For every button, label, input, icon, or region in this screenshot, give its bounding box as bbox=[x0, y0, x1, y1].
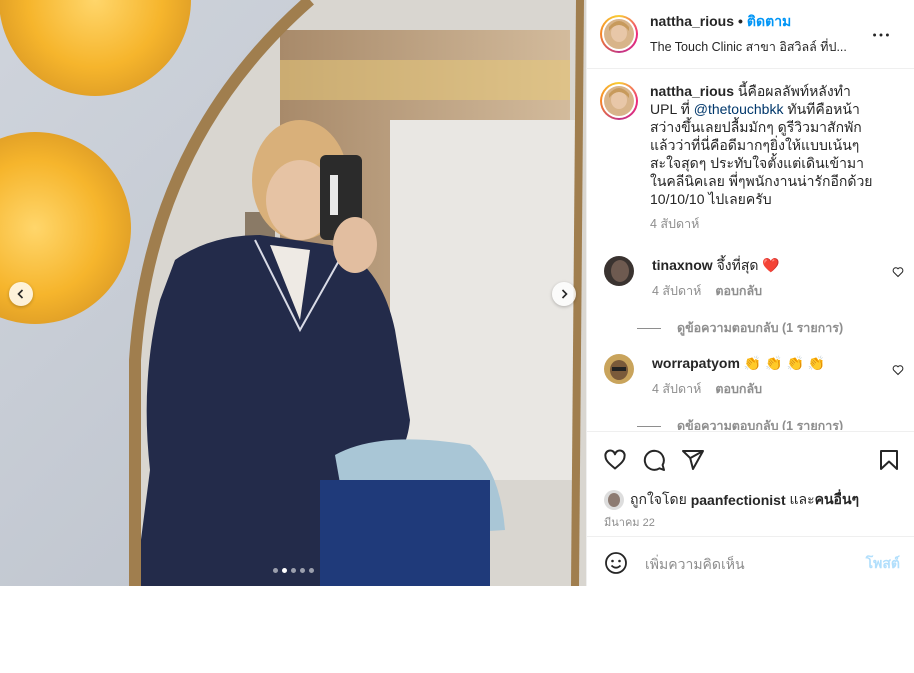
likes-summary: ถูกใจโดย paanfectionist และ คนอื่นๆ bbox=[604, 489, 859, 511]
view-replies-button[interactable]: ดูข้อความตอบกลับ (1 รายการ) bbox=[637, 416, 843, 430]
reply-button[interactable]: ตอบกลับ bbox=[715, 284, 762, 298]
carousel-dot bbox=[290, 568, 296, 573]
post-media[interactable] bbox=[0, 0, 586, 586]
carousel-next-button[interactable] bbox=[552, 282, 576, 306]
comment-icon[interactable] bbox=[642, 448, 666, 472]
carousel-dot bbox=[272, 568, 278, 573]
comment-text: 👏 👏 👏 👏 bbox=[743, 355, 826, 371]
more-icon[interactable] bbox=[870, 24, 892, 46]
heart-icon[interactable] bbox=[892, 266, 904, 278]
comments-scroll[interactable]: nattha_rious นี้คือผลลัพท์หลังทำ UPL ที่… bbox=[587, 70, 914, 430]
share-icon[interactable] bbox=[681, 448, 705, 472]
liker-username[interactable]: paanfectionist bbox=[691, 492, 786, 508]
heart-icon[interactable] bbox=[892, 364, 904, 376]
post-photo bbox=[0, 0, 586, 586]
emoji-icon[interactable] bbox=[604, 551, 628, 575]
likes-conjunction: และ bbox=[789, 491, 815, 507]
avatar-image bbox=[604, 86, 634, 116]
post-comment-button[interactable]: โพสต์ bbox=[866, 553, 900, 575]
caption-avatar[interactable] bbox=[600, 82, 638, 120]
caption-username[interactable]: nattha_rious bbox=[650, 83, 734, 99]
comment-text: จึ้งที่สุด ❤️ bbox=[716, 257, 780, 273]
location-link[interactable]: The Touch Clinic สาขา อิสวิลล์ ที่ป... bbox=[650, 37, 878, 57]
bookmark-icon[interactable] bbox=[877, 448, 901, 472]
likes-others-link[interactable]: คนอื่นๆ bbox=[815, 489, 859, 511]
carousel-indicator bbox=[0, 568, 586, 573]
caption-mention-link[interactable]: @thetouchbkk bbox=[694, 101, 784, 117]
author-username[interactable]: nattha_rious bbox=[650, 13, 734, 29]
carousel-dot bbox=[308, 568, 314, 573]
carousel-prev-button[interactable] bbox=[9, 282, 33, 306]
carousel-dot-active bbox=[281, 568, 287, 573]
post-date[interactable]: มีนาคม 22 bbox=[604, 513, 655, 531]
comment-username[interactable]: worrapatyom bbox=[652, 355, 740, 371]
divider-line bbox=[637, 425, 661, 427]
comment-item: tinaxnow จึ้งที่สุด ❤️ 4 สัปดาห์ ตอบกลับ bbox=[604, 256, 904, 300]
reply-button[interactable]: ตอบกลับ bbox=[715, 382, 762, 396]
add-comment-bar: โพสต์ bbox=[587, 536, 914, 587]
comment-time[interactable]: 4 สัปดาห์ bbox=[652, 382, 701, 396]
post-header: nattha_rious • ติดตาม The Touch Clinic สาข… bbox=[587, 0, 914, 69]
follow-button[interactable]: ติดตาม bbox=[747, 13, 791, 29]
comment-input[interactable] bbox=[643, 550, 847, 578]
view-replies-button[interactable]: ดูข้อความตอบกลับ (1 รายการ) bbox=[637, 318, 843, 338]
comment-item: worrapatyom 👏 👏 👏 👏 4 สัปดาห์ ตอบกลับ bbox=[604, 354, 904, 398]
post-caption: nattha_rious นี้คือผลลัพท์หลังทำ UPL ที่… bbox=[600, 82, 900, 233]
likes-prefix: ถูกใจโดย bbox=[630, 491, 687, 507]
avatar-image bbox=[604, 19, 634, 49]
view-replies-label: ดูข้อความตอบกลับ (1 รายการ) bbox=[677, 321, 844, 335]
post-dialog: nattha_rious • ติดตาม The Touch Clinic สาข… bbox=[0, 0, 914, 586]
header-separator: • bbox=[738, 13, 743, 29]
caption-time[interactable]: 4 สัปดาห์ bbox=[650, 215, 878, 233]
author-avatar[interactable] bbox=[600, 15, 638, 53]
commenter-avatar[interactable] bbox=[604, 256, 634, 286]
chevron-right-icon bbox=[561, 289, 568, 299]
liker-avatar[interactable] bbox=[604, 490, 624, 510]
carousel-dot bbox=[299, 568, 305, 573]
post-actions: ถูกใจโดย paanfectionist และ คนอื่นๆ มีนาค… bbox=[587, 431, 914, 587]
comment-time[interactable]: 4 สัปดาห์ bbox=[652, 284, 701, 298]
commenter-avatar[interactable] bbox=[604, 354, 634, 384]
view-replies-label: ดูข้อความตอบกลับ (1 รายการ) bbox=[677, 419, 844, 430]
divider-line bbox=[637, 327, 661, 329]
chevron-left-icon bbox=[17, 289, 24, 299]
heart-icon[interactable] bbox=[603, 448, 627, 472]
post-sidebar: nattha_rious • ติดตาม The Touch Clinic สาข… bbox=[586, 0, 914, 586]
comment-username[interactable]: tinaxnow bbox=[652, 257, 713, 273]
